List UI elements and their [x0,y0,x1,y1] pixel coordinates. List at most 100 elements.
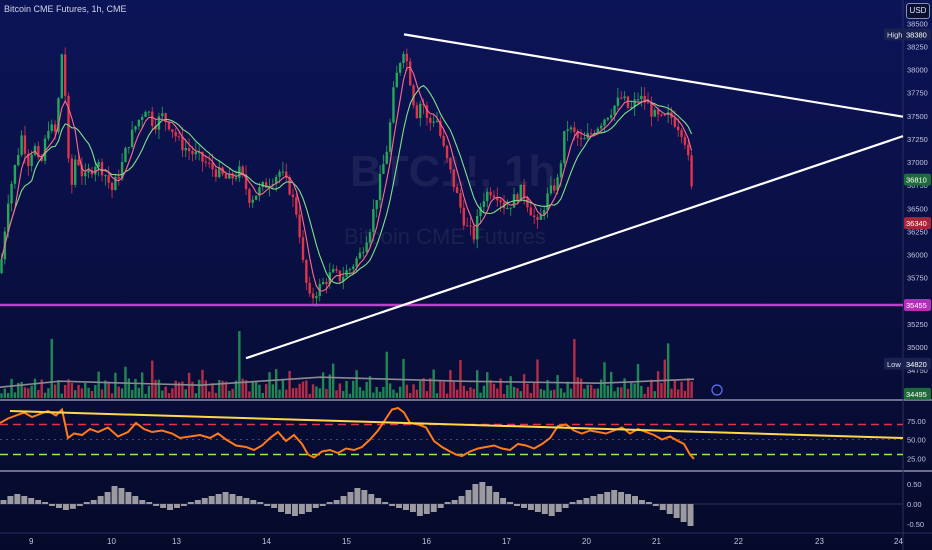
volume-bar [549,390,553,398]
volume-bar [84,382,87,398]
candle-body [325,281,328,285]
volume-bar [670,388,673,398]
candle-body [141,117,144,120]
osc-bar [69,504,76,509]
price-badge-value: 36340 [906,219,927,228]
volume-bar [435,393,439,398]
volume-bar [167,393,171,398]
volume-bar [117,386,120,398]
candle-body [506,208,509,210]
candle-body [398,63,402,73]
candle-body [291,194,295,198]
volume-bar [556,375,559,398]
osc-bar [132,496,139,504]
candle-body [177,136,181,138]
candle-body [499,200,502,203]
candle-body [127,147,130,149]
osc-bar [451,500,458,504]
osc-bar [21,496,28,504]
osc-bar [479,482,486,504]
volume-bar [211,383,214,398]
osc-bar [28,498,35,504]
volume-bar [626,388,630,398]
osc-bar [278,504,285,512]
candle-body [368,232,372,243]
volume-bar [275,369,278,398]
candle-body [355,258,358,267]
candle-body [23,135,27,154]
currency-button[interactable]: USD [906,3,930,19]
candle-body [348,269,352,271]
volume-bar [228,390,231,398]
volume-bar [526,383,529,398]
candle-body [30,154,33,167]
candle-body [331,269,335,273]
candle-body [455,187,459,194]
candle-body [208,162,211,164]
volume-bar [271,384,275,398]
volume-bar [650,379,653,398]
candle-body [529,207,532,216]
volume-bar [429,378,432,398]
volume-bar [362,390,365,398]
osc-bar [583,498,590,504]
candle-body [419,103,422,119]
osc-bar [534,504,541,512]
candle-body [559,163,563,178]
time-tick-label: 22 [734,537,743,546]
volume-bar [613,391,616,398]
volume-bar [616,387,620,398]
osc-bar [236,496,243,504]
chart-title: Bitcoin CME Futures, 1h, CME [4,4,127,14]
osc-bar [590,496,597,504]
osc-bar [409,504,416,512]
time-tick-label: 13 [172,537,181,546]
volume-bar [50,338,53,398]
candle-body [489,191,492,196]
osc-bar [632,496,638,504]
price-tick-label: 38000 [907,66,928,75]
candle-body [522,184,526,199]
volume-bar [127,378,130,398]
price-tick-label: 36000 [907,251,928,260]
candle-body [392,87,395,123]
volume-bar [442,381,445,398]
candle-body [650,102,653,117]
candle-body [365,242,368,252]
osc-bar [347,492,354,504]
volume-bar [576,377,579,398]
osc-bar [521,504,527,508]
volume-bar [23,387,27,398]
osc-bar [687,504,694,526]
candle-body [646,102,650,104]
volume-bar [3,388,7,398]
osc-bar [430,504,437,512]
osc-bar [125,492,132,504]
volume-bar [120,388,124,398]
candle-body [144,112,147,118]
volume-bar [566,381,569,398]
price-tick-label: 37750 [907,89,928,98]
time-tick-label: 14 [262,537,271,546]
time-tick-label: 20 [582,537,591,546]
volume-bar [559,388,563,398]
volume-bar [680,381,683,398]
candle-body [442,135,445,146]
volume-bar [27,388,30,398]
osc-bar [90,500,97,504]
volume-bar [553,389,556,398]
candle-body [415,105,419,119]
candle-body [50,124,53,131]
volume-bar [325,388,328,398]
volume-bar [74,390,77,398]
osc-bar [416,504,423,516]
volume-bar [620,387,623,398]
candle-body [603,119,606,126]
volume-bar [43,392,47,398]
osc-bar [243,498,250,504]
candle-body [117,176,120,179]
volume-bar [516,388,519,398]
osc-bar [153,504,160,506]
background [0,0,932,550]
chart-canvas[interactable]: BTC1!, 1hBitcoin CME Futures385003825038… [0,0,932,550]
